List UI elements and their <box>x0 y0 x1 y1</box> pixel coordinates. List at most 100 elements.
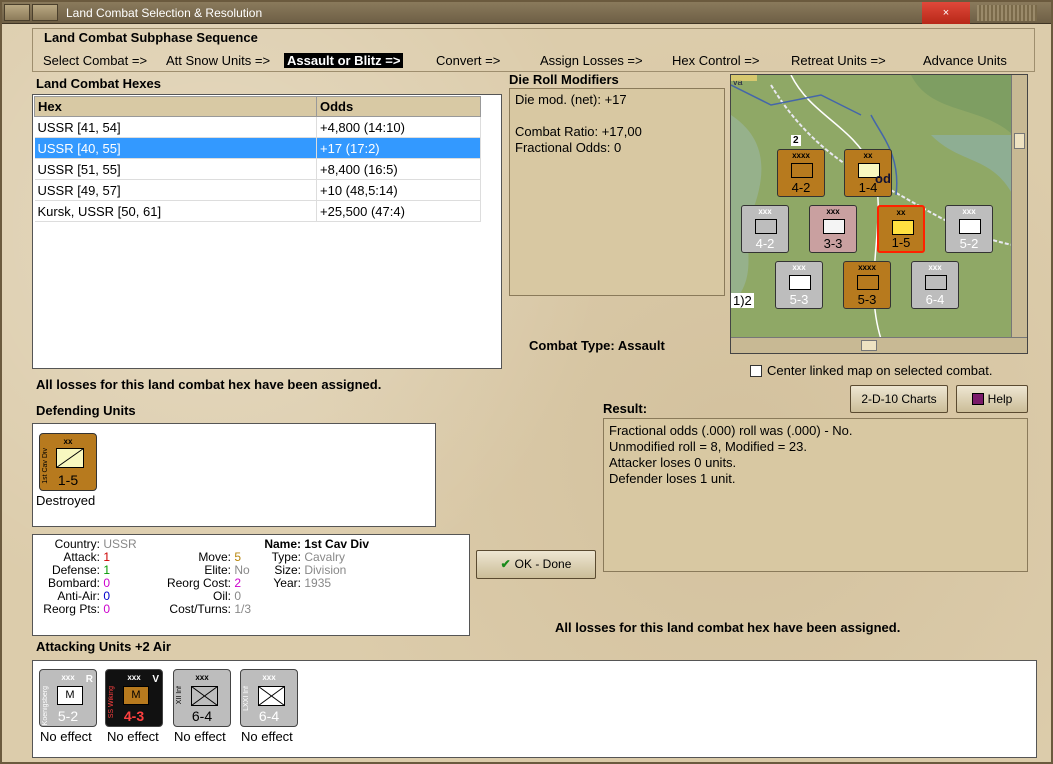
combat-type: Combat Type: Assault <box>529 338 665 353</box>
combat-window: Land Combat Selection & Resolution × Lan… <box>0 0 1053 764</box>
attacking-unit-status: No effect <box>174 729 226 744</box>
column-header-odds[interactable]: Odds <box>316 96 481 117</box>
sequence-title: Land Combat Subphase Sequence <box>44 30 258 45</box>
unit-strength: 1-5 <box>57 472 79 488</box>
infantry-icon <box>258 686 285 706</box>
result-line: Unmodified roll = 8, Modified = 23. <box>609 439 807 454</box>
step-retreat-units: Retreat Units => <box>791 53 886 68</box>
stat-cost-turns: 1/3 <box>234 602 252 616</box>
attacking-unit-counter[interactable]: xxx LXXI Inf 6-4 <box>240 669 298 727</box>
checkbox-icon[interactable] <box>750 365 762 377</box>
result-line: Defender loses 1 unit. <box>609 471 736 486</box>
hex-cell: USSR [51, 55] <box>34 158 317 180</box>
unit-tag: R <box>85 674 93 685</box>
attacking-unit-counter[interactable]: xxx XII Inf 6-4 <box>173 669 231 727</box>
map-vertical-scrollbar[interactable] <box>1011 75 1027 339</box>
die-mod-net: Die mod. (net): +17 <box>515 92 627 107</box>
infantry-icon <box>191 686 218 706</box>
map-counter[interactable]: xxx 4-2 <box>741 205 789 253</box>
map-vscroll-thumb[interactable] <box>1014 133 1025 149</box>
fractional-odds: Fractional Odds: 0 <box>515 140 622 155</box>
step-convert: Convert => <box>436 53 501 68</box>
map-counter[interactable]: xxxx 5-3 <box>843 261 891 309</box>
stat-year: 1935 <box>304 576 332 590</box>
mech-infantry-icon: M <box>57 686 83 705</box>
hex-cell: USSR [40, 55] <box>34 137 317 159</box>
title-grip <box>977 5 1037 21</box>
charts-button[interactable]: 2-D-10 Charts <box>850 385 948 413</box>
attacking-unit-counter[interactable]: xxx V SS Wiking M 4-3 <box>105 669 163 727</box>
hex-cell: Kursk, USSR [50, 61] <box>34 200 317 222</box>
step-hex-control: Hex Control => <box>672 53 760 68</box>
result-title: Result: <box>603 401 648 416</box>
attacking-unit-status: No effect <box>241 729 293 744</box>
odds-cell: +25,500 (47:4) <box>316 200 481 222</box>
stat-attack: 1 <box>103 550 111 564</box>
odds-cell: +4,800 (14:10) <box>316 116 481 138</box>
hex-cell: USSR [49, 57] <box>34 179 317 201</box>
map-counter-selected[interactable]: xx 1-5 <box>877 205 925 253</box>
ok-done-label: OK - Done <box>514 557 572 571</box>
unit-tag: V <box>152 674 159 685</box>
stat-oil: 0 <box>234 589 242 603</box>
armor-icon <box>791 163 813 178</box>
table-row[interactable]: USSR [51, 55] +8,400 (16:5) <box>34 158 481 180</box>
defending-unit-counter[interactable]: xx 1st Cav Div 1-5 <box>39 433 97 491</box>
linked-map[interactable]: va xxxx 4-2 xx 1-4 od xxx 4-2 xxx 3-3 xx… <box>730 74 1028 354</box>
attacking-unit-counter[interactable]: xxx R Koenigsberg M 5-2 <box>39 669 97 727</box>
column-header-hex[interactable]: Hex <box>34 96 317 117</box>
hex-cell: USSR [41, 54] <box>34 116 317 138</box>
map-counter[interactable]: xxx 3-3 <box>809 205 857 253</box>
table-row[interactable]: USSR [41, 54] +4,800 (14:10) <box>34 116 481 138</box>
unit-strength: 5-2 <box>57 708 79 724</box>
map-counter[interactable]: xxxx 4-2 <box>777 149 825 197</box>
map-horizontal-scrollbar[interactable] <box>731 337 1027 353</box>
stat-move: 5 <box>234 550 242 564</box>
step-select-combat: Select Combat => <box>43 53 148 68</box>
attacking-title: Attacking Units +2 Air <box>36 639 171 654</box>
table-row[interactable]: Kursk, USSR [50, 61] +25,500 (47:4) <box>34 200 481 222</box>
mech-infantry-icon <box>823 219 845 234</box>
window-menu-button[interactable] <box>32 4 58 21</box>
mech-mark: M <box>65 689 75 701</box>
close-button[interactable]: × <box>922 2 970 24</box>
losses-message-2: All losses for this land combat hex have… <box>555 620 901 635</box>
table-row[interactable]: USSR [49, 57] +10 (48,5:14) <box>34 179 481 201</box>
map-counter[interactable]: xxx 5-3 <box>775 261 823 309</box>
mech-mark: M <box>131 689 141 701</box>
stat-label: Reorg Pts: <box>43 602 100 616</box>
combat-ratio: Combat Ratio: +17,00 <box>515 124 642 139</box>
result-line: Fractional odds (.000) roll was (.000) -… <box>609 423 853 438</box>
map-counter[interactable]: xxx 6-4 <box>911 261 959 309</box>
close-icon: × <box>942 7 950 19</box>
infantry-icon <box>925 275 947 290</box>
odds-cell: +8,400 (16:5) <box>316 158 481 180</box>
stack-badge: 2 <box>791 135 801 146</box>
map-edge-counter-label: 1)2 <box>731 293 754 308</box>
result-box: Fractional odds (.000) roll was (.000) -… <box>603 418 1028 572</box>
defending-unit-status: Destroyed <box>36 493 96 508</box>
stat-label: Cost/Turns: <box>169 602 231 616</box>
map-counter[interactable]: xxx 5-2 <box>945 205 993 253</box>
mech-infantry-icon <box>755 219 777 234</box>
stat-reorg-cost: 2 <box>234 576 242 590</box>
defending-title: Defending Units <box>36 403 136 418</box>
unit-strength: 6-4 <box>258 708 280 724</box>
unit-size: xxx <box>195 673 209 682</box>
system-menu-button[interactable] <box>4 4 30 21</box>
stat-reorg-pts: 0 <box>103 602 111 616</box>
unit-size: xxx <box>262 673 276 682</box>
infantry-icon <box>789 275 811 290</box>
center-map-label: Center linked map on selected combat. <box>767 363 993 378</box>
stat-bombard: 0 <box>103 576 111 590</box>
step-att-snow-units: Att Snow Units => <box>166 53 271 68</box>
ok-done-button[interactable]: ✔ OK - Done <box>476 550 596 579</box>
title-bar[interactable]: Land Combat Selection & Resolution × <box>2 2 1051 24</box>
map-hscroll-thumb[interactable] <box>861 340 877 351</box>
help-button[interactable]: Help <box>956 385 1028 413</box>
stat-size: Division <box>304 563 347 577</box>
center-map-checkbox[interactable]: Center linked map on selected combat. <box>750 363 992 378</box>
table-row-selected[interactable]: USSR [40, 55] +17 (17:2) <box>34 137 481 159</box>
stat-country: USSR <box>103 537 137 551</box>
unit-strength: 6-4 <box>191 708 213 724</box>
